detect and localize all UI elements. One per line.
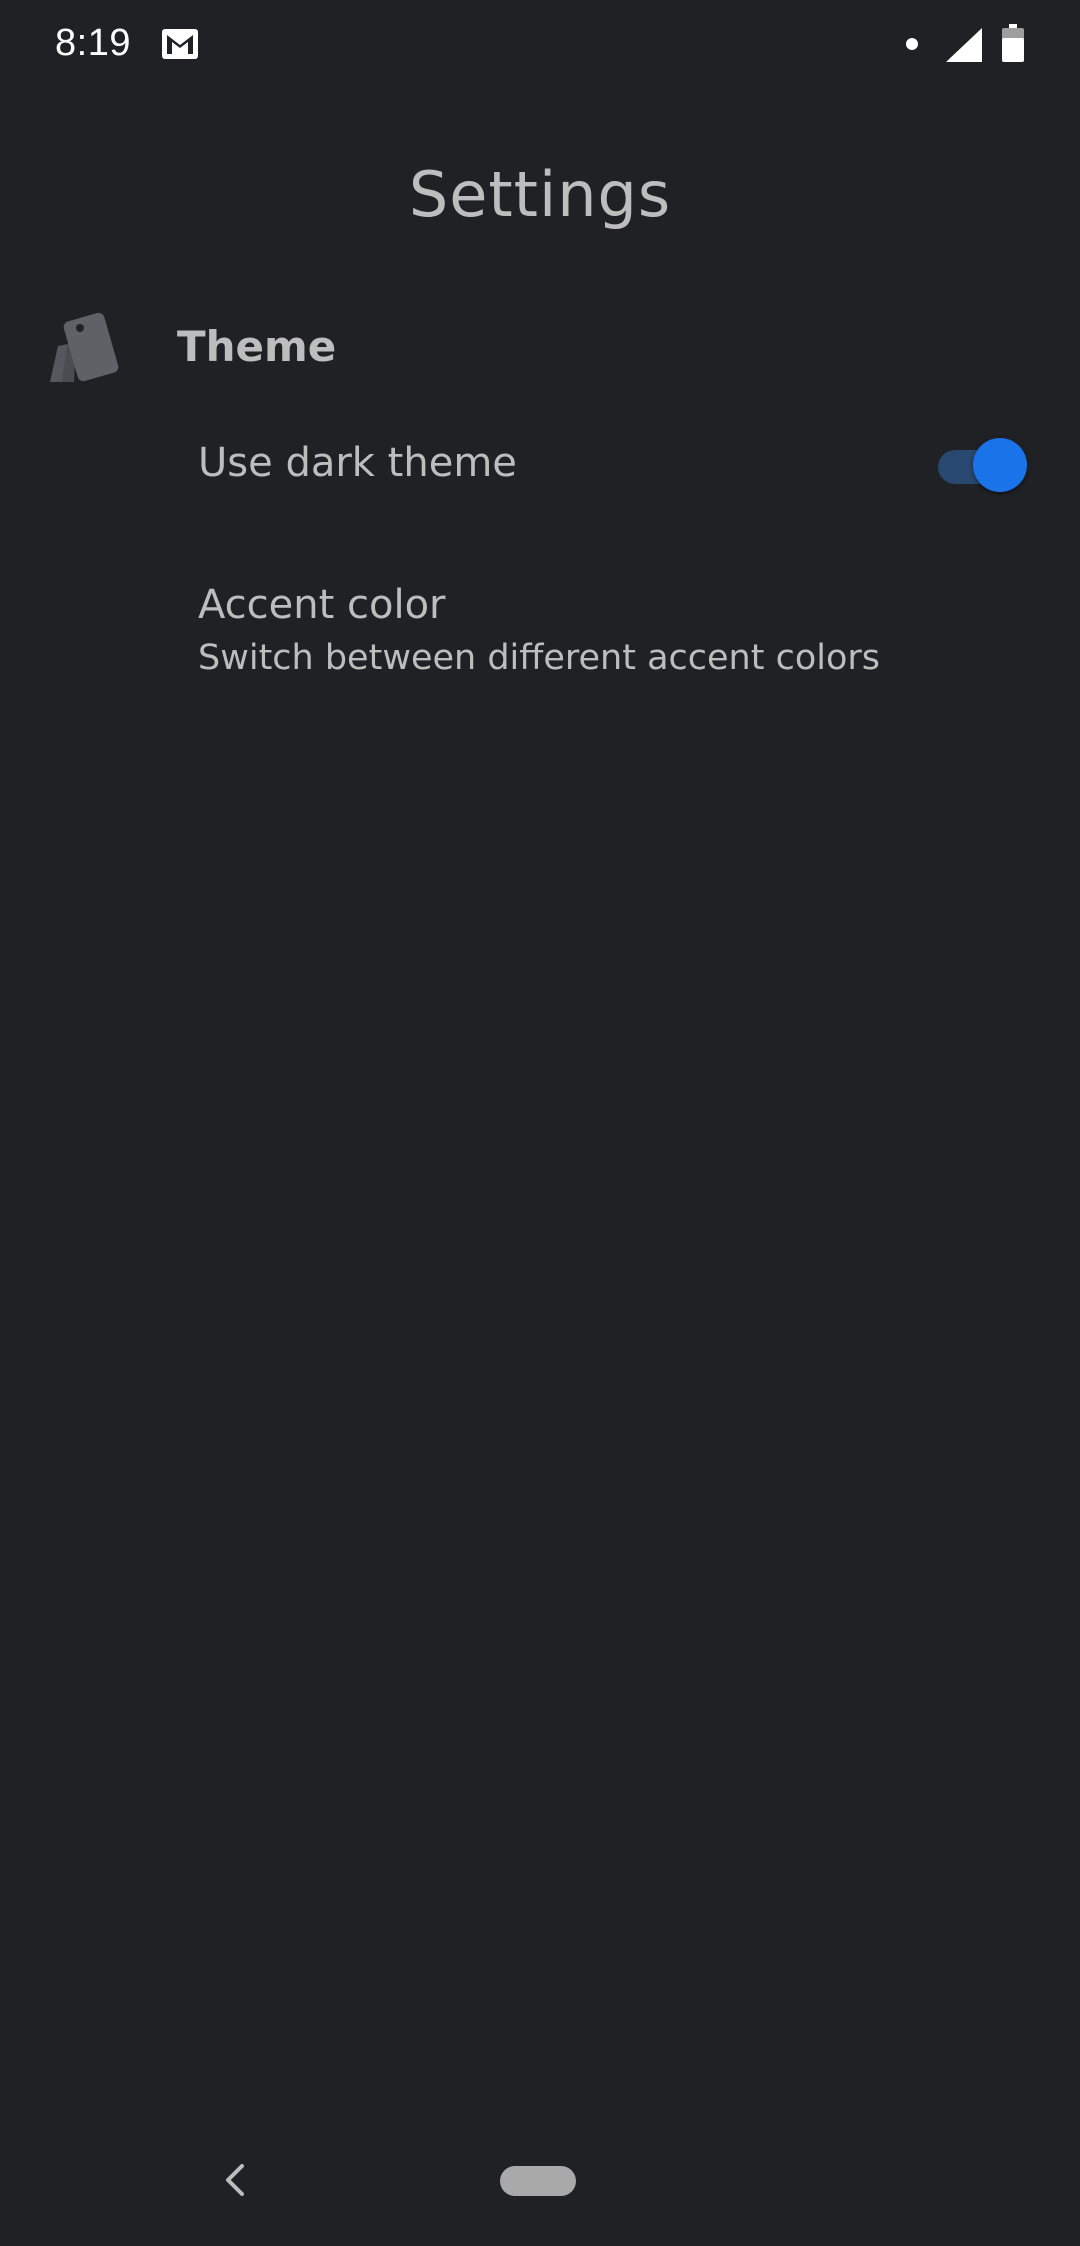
battery-icon	[1002, 24, 1024, 62]
notification-dot-icon	[906, 38, 918, 50]
cell-signal-icon	[946, 28, 982, 62]
accent-color-preference[interactable]: Accent color Switch between different ac…	[0, 570, 1080, 700]
status-bar: 8:19	[0, 0, 1080, 92]
dark-theme-preference[interactable]: Use dark theme	[0, 410, 1080, 518]
dark-theme-label: Use dark theme	[198, 440, 517, 486]
switch-thumb	[973, 438, 1027, 492]
status-time: 8:19	[55, 22, 131, 64]
dark-theme-switch[interactable]	[938, 438, 1028, 492]
back-icon[interactable]	[222, 2162, 248, 2198]
accent-color-title: Accent color	[198, 582, 446, 628]
home-pill-icon[interactable]	[500, 2166, 576, 2196]
page-title: Settings	[408, 158, 672, 231]
settings-screen: 8:19 Settings Theme Use dark theme Accen…	[0, 0, 1080, 2246]
section-title-theme: Theme	[177, 322, 337, 371]
palette-swatch-icon	[50, 312, 119, 382]
accent-color-summary: Switch between different accent colors	[198, 638, 881, 678]
gmail-icon	[162, 29, 198, 59]
